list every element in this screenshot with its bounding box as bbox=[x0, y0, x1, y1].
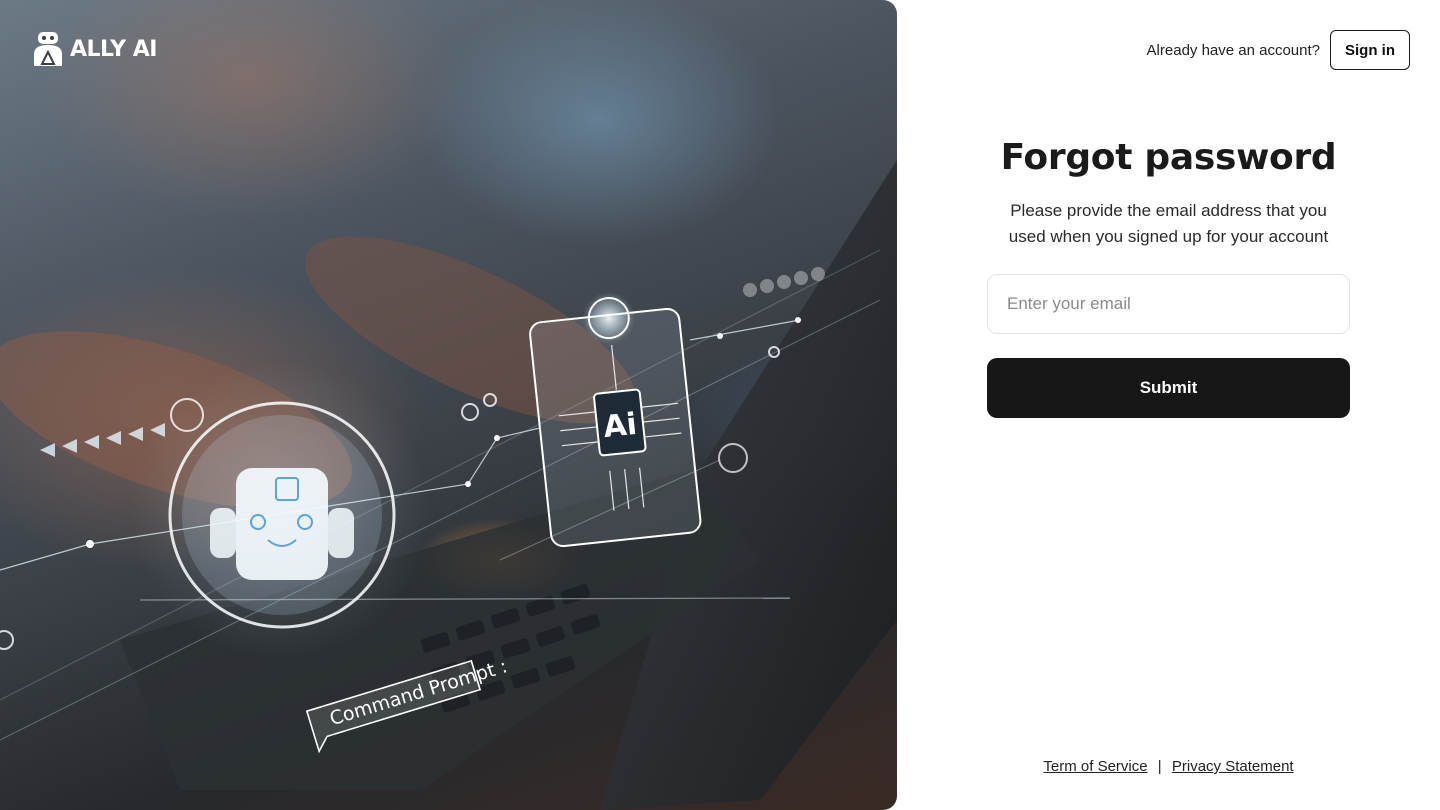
brand-name: ALLY AI bbox=[70, 36, 157, 62]
header-account-area: Already have an account? Sign in bbox=[1147, 30, 1410, 70]
ai-illustration: Ai Command Prompt : bbox=[0, 160, 897, 810]
terms-of-service-link[interactable]: Term of Service bbox=[1043, 758, 1147, 775]
ai-chip-label: Ai bbox=[602, 407, 639, 445]
hero-image: Ai Command Prompt : ALLY AI bbox=[0, 0, 897, 810]
footer-separator: | bbox=[1157, 758, 1162, 775]
submit-button[interactable]: Submit bbox=[987, 358, 1350, 418]
brand-logo[interactable]: ALLY AI bbox=[32, 30, 157, 68]
footer-links: Term of Service | Privacy Statement bbox=[987, 758, 1350, 775]
page-subtitle: Please provide the email address that yo… bbox=[1008, 201, 1329, 246]
robot-logo-icon bbox=[34, 32, 62, 66]
page-title: Forgot password bbox=[1000, 137, 1337, 178]
sign-in-button[interactable]: Sign in bbox=[1330, 30, 1410, 70]
privacy-statement-link[interactable]: Privacy Statement bbox=[1172, 758, 1294, 775]
email-input[interactable] bbox=[987, 274, 1350, 334]
account-prompt: Already have an account? bbox=[1146, 41, 1320, 59]
forgot-password-form: Forgot password Please provide the email… bbox=[987, 136, 1350, 418]
